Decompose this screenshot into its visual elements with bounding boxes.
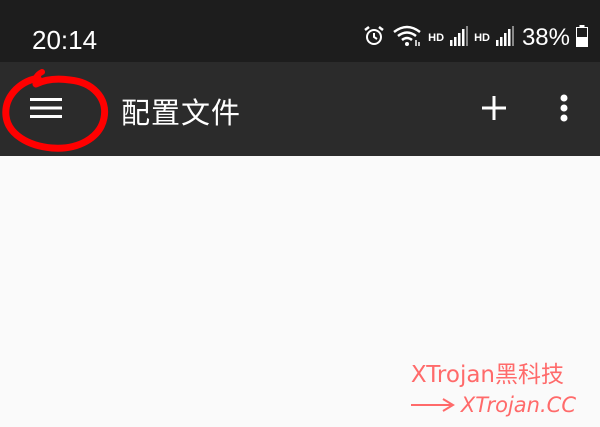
wifi-icon xyxy=(392,24,422,52)
app-bar: 配置文件 xyxy=(0,62,600,156)
battery-percent: 38% xyxy=(521,24,570,51)
more-vert-icon xyxy=(560,94,568,126)
status-bar: 20:14 HD HD 38% xyxy=(0,0,600,62)
add-button[interactable] xyxy=(470,86,518,134)
more-options-button[interactable] xyxy=(540,86,588,134)
signal-icon xyxy=(495,26,514,50)
battery-icon xyxy=(576,25,588,51)
main-content xyxy=(0,156,600,427)
status-time: 20:14 xyxy=(32,25,98,55)
menu-button[interactable] xyxy=(18,82,74,138)
status-icons: HD HD 38% xyxy=(362,22,588,54)
add-icon xyxy=(482,96,506,124)
signal-icon xyxy=(450,26,469,50)
menu-icon xyxy=(30,96,62,124)
hd-label: HD xyxy=(428,32,445,44)
hd-label: HD xyxy=(474,32,490,44)
alarm-icon xyxy=(362,24,386,52)
page-title: 配置文件 xyxy=(121,96,242,130)
